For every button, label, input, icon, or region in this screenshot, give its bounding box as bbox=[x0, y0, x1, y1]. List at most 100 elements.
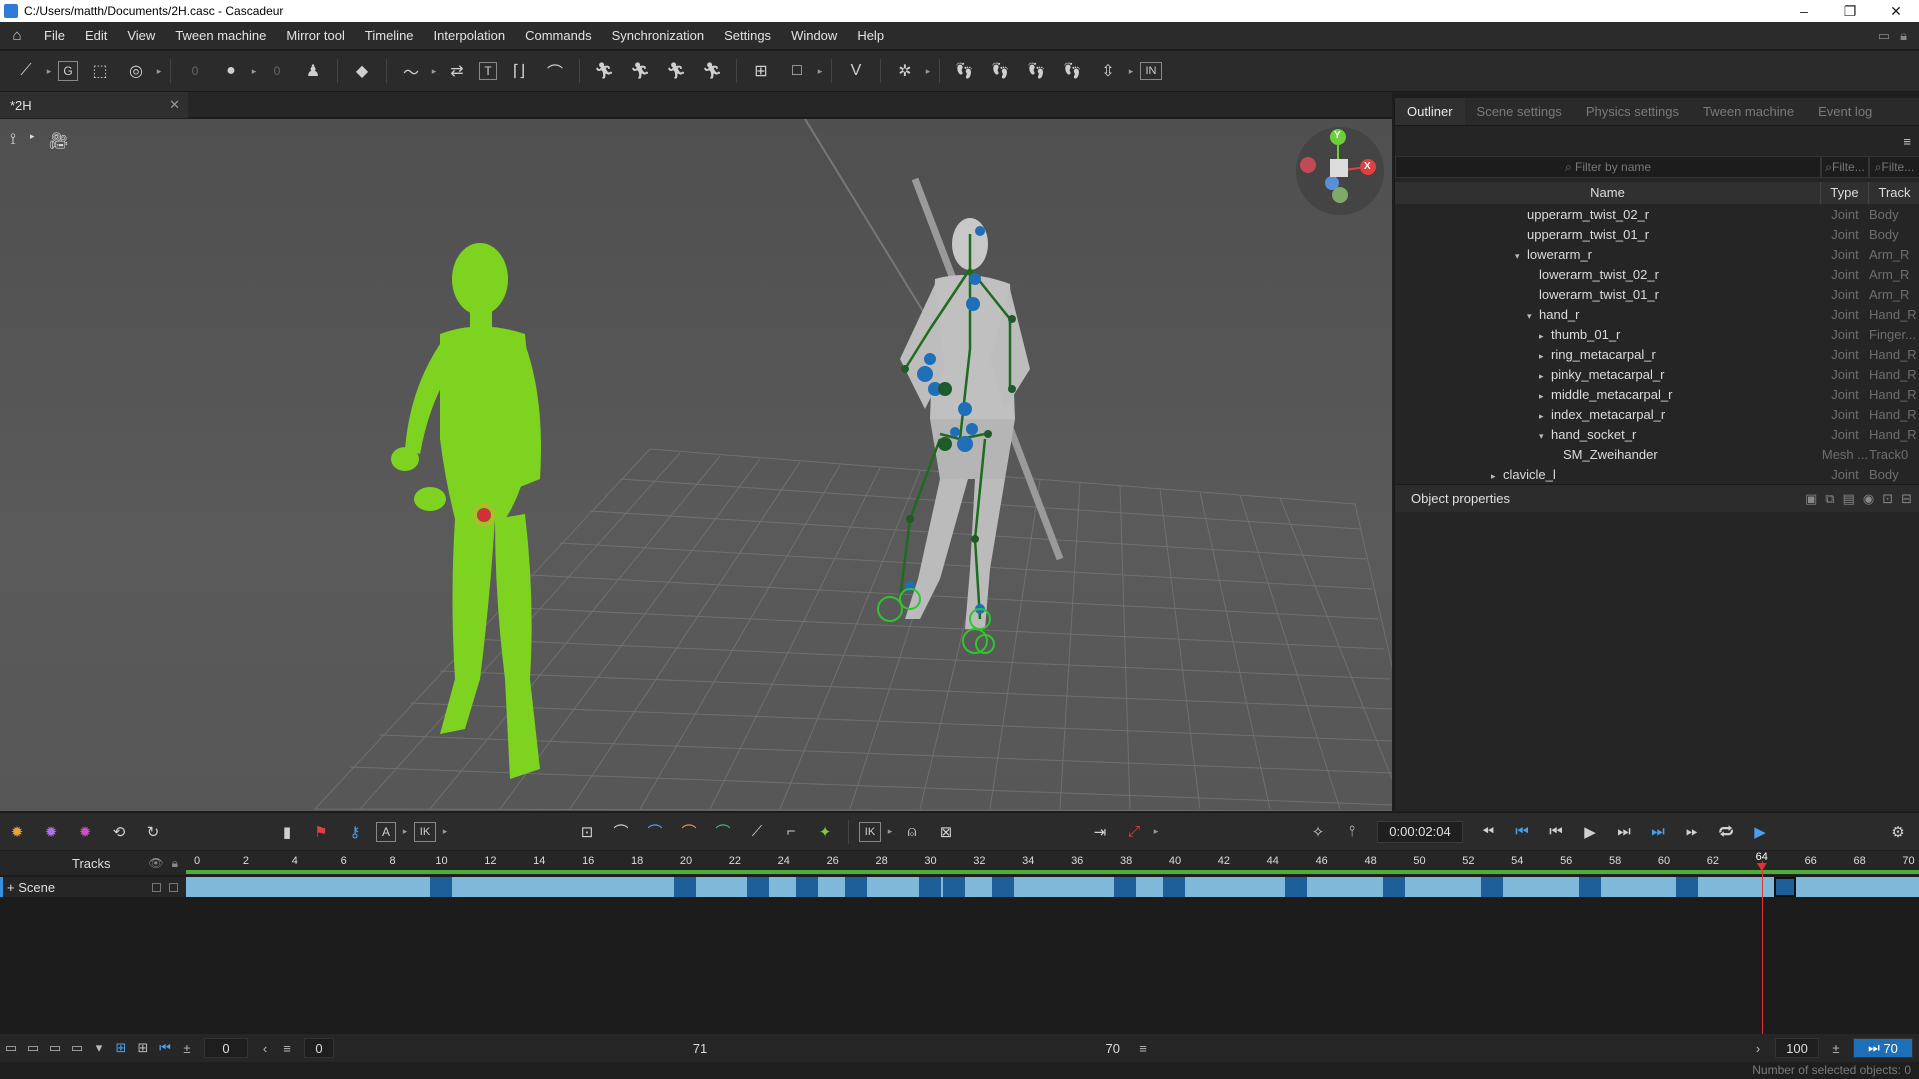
expand-caret-icon[interactable]: ▸ bbox=[1539, 351, 1551, 362]
code-icon[interactable]: ⧉ bbox=[1825, 491, 1834, 507]
shuffle-icon[interactable]: ⇄ bbox=[443, 57, 471, 85]
outliner-row[interactable]: ▸ thumb_01_r Joint Finger... bbox=[1395, 324, 1919, 344]
layout-icon[interactable]: ▭ bbox=[1878, 28, 1890, 44]
align-icon[interactable]: ⇳ bbox=[1094, 57, 1122, 85]
scene-track[interactable]: + Scene bbox=[0, 877, 186, 897]
in-button[interactable]: IN bbox=[1140, 62, 1162, 80]
dropdown-arrow-icon[interactable]: ▸ bbox=[30, 131, 35, 151]
interp-orange-icon[interactable]: ⌒ bbox=[676, 819, 702, 845]
dropdown-arrow-icon[interactable]: ▸ bbox=[400, 826, 410, 837]
expand-icon[interactable]: ⊡ bbox=[1882, 491, 1893, 507]
start-frame-field[interactable]: 0 bbox=[204, 1038, 248, 1058]
fps-field[interactable]: 100 bbox=[1775, 1038, 1819, 1058]
folder-icon[interactable]: ▭ bbox=[0, 1040, 22, 1056]
navigation-gizmo[interactable]: Y X bbox=[1296, 127, 1384, 215]
menu-2-icon[interactable]: ≡ bbox=[1132, 1041, 1154, 1056]
flag-icon[interactable]: ⚑ bbox=[308, 819, 334, 845]
filter-name-input[interactable]: ⌕ Filter by name bbox=[1395, 156, 1821, 178]
linear-icon[interactable]: ⟋ bbox=[744, 819, 770, 845]
refresh-icon[interactable]: ↻ bbox=[140, 819, 166, 845]
play-icon[interactable]: ▶ bbox=[1577, 819, 1603, 845]
interp-green-icon[interactable]: ⌒ bbox=[710, 819, 736, 845]
tab-scene-settings[interactable]: Scene settings bbox=[1465, 98, 1574, 125]
menu-icon[interactable]: ≡ bbox=[276, 1041, 298, 1056]
document-tab[interactable]: *2H ✕ bbox=[0, 92, 188, 118]
offset-field[interactable]: 0 bbox=[304, 1038, 334, 1058]
keyframe-marker[interactable] bbox=[918, 877, 941, 897]
frame-icon[interactable]: ▣ bbox=[1805, 491, 1817, 507]
keyframe-marker[interactable] bbox=[1480, 877, 1503, 897]
outliner-row[interactable]: SM_Zweihander Mesh ... Track0 bbox=[1395, 444, 1919, 464]
scene-lock-checkbox[interactable] bbox=[169, 882, 178, 892]
fit-icon[interactable]: ⊡ bbox=[574, 819, 600, 845]
run-pose-3-icon[interactable]: 🏃︎ bbox=[662, 57, 690, 85]
repeat-icon[interactable]: 🔁︎ bbox=[1713, 819, 1739, 845]
current-frame-cell[interactable] bbox=[1773, 877, 1796, 897]
global-mode-button[interactable]: G bbox=[58, 61, 78, 81]
grid-icon[interactable]: ⊞ bbox=[132, 1040, 154, 1056]
expand-caret-icon[interactable]: ▸ bbox=[1539, 391, 1551, 402]
loop-icon[interactable]: ⟲ bbox=[106, 819, 132, 845]
footstep-icon[interactable]: 👣︎ bbox=[950, 57, 978, 85]
next-frame-icon[interactable]: ⏭︎ bbox=[1611, 819, 1637, 845]
column-track[interactable]: Track bbox=[1869, 182, 1919, 204]
expand-caret-icon[interactable]: ▾ bbox=[1515, 251, 1527, 262]
tab-tween-machine[interactable]: Tween machine bbox=[1691, 98, 1806, 125]
keyframe-marker[interactable] bbox=[1383, 877, 1406, 897]
menu-edit[interactable]: Edit bbox=[75, 28, 117, 43]
footstep-3-icon[interactable]: 👣︎ bbox=[1022, 57, 1050, 85]
tab-event-log[interactable]: Event log bbox=[1806, 98, 1884, 125]
character-icon[interactable]: ♟ bbox=[299, 57, 327, 85]
pose-tool-icon[interactable]: ⟟ bbox=[10, 131, 16, 151]
outliner-row[interactable]: upperarm_twist_02_r Joint Body bbox=[1395, 204, 1919, 224]
menu-interpolation[interactable]: Interpolation bbox=[424, 28, 516, 43]
step-icon[interactable]: ⌐ bbox=[778, 819, 804, 845]
expand-caret-icon[interactable]: ▸ bbox=[1539, 371, 1551, 382]
end-frame-field[interactable]: ⏭︎ 70 bbox=[1853, 1038, 1913, 1058]
keyframe-marker[interactable] bbox=[942, 877, 965, 897]
playhead[interactable] bbox=[1761, 861, 1763, 1034]
menu-window[interactable]: Window bbox=[781, 28, 847, 43]
keyframe-marker[interactable] bbox=[429, 877, 452, 897]
dropdown-arrow-icon[interactable]: ▸ bbox=[885, 826, 895, 837]
keyframe-marker[interactable] bbox=[674, 877, 696, 897]
range-icon[interactable]: ⇥ bbox=[1087, 819, 1113, 845]
lock-tracks-icon[interactable]: 🔒︎ bbox=[172, 856, 178, 871]
curve-icon[interactable]: 〜 bbox=[397, 57, 425, 85]
scene-visible-checkbox[interactable] bbox=[152, 882, 161, 892]
outliner-row[interactable]: ▸ clavicle_l Joint Body bbox=[1395, 464, 1919, 484]
gear-magenta-icon[interactable]: ✹ bbox=[72, 819, 98, 845]
menu-view[interactable]: View bbox=[117, 28, 165, 43]
bookmark-icon[interactable]: ▮ bbox=[274, 819, 300, 845]
field-b[interactable]: 0 bbox=[263, 57, 291, 85]
column-type[interactable]: Type bbox=[1821, 182, 1869, 204]
time-field[interactable]: 0:00:02:04 bbox=[1377, 820, 1463, 843]
maximize-button[interactable]: ❐ bbox=[1827, 0, 1873, 22]
next-icon[interactable]: › bbox=[1747, 1041, 1769, 1056]
dropdown-arrow-icon[interactable]: ▸ bbox=[249, 66, 259, 77]
dropdown-arrow-icon[interactable]: ▸ bbox=[440, 826, 450, 837]
keyframe-marker[interactable] bbox=[845, 877, 868, 897]
interp-blue-icon[interactable]: ⌒ bbox=[642, 819, 668, 845]
visibility-icon[interactable]: 👁︎ bbox=[148, 856, 163, 871]
green-character[interactable] bbox=[391, 243, 541, 779]
ik-button[interactable]: IK bbox=[414, 821, 436, 842]
shield-v-icon[interactable]: V bbox=[842, 57, 870, 85]
gear-purple-icon[interactable]: ✹ bbox=[38, 819, 64, 845]
keyframe-marker[interactable] bbox=[747, 877, 770, 897]
outliner-row[interactable]: ▸ index_metacarpal_r Joint Hand_R bbox=[1395, 404, 1919, 424]
key-icon[interactable]: ⚷ bbox=[342, 819, 368, 845]
panel-menu-icon[interactable]: ≡ bbox=[1903, 134, 1911, 149]
keyframe-strip[interactable] bbox=[186, 877, 1919, 897]
menu-mirror-tool[interactable]: Mirror tool bbox=[276, 28, 355, 43]
outliner-row[interactable]: lowerarm_twist_01_r Joint Arm_R bbox=[1395, 284, 1919, 304]
ik2-button[interactable]: IK bbox=[859, 821, 881, 842]
fast-forward-icon[interactable]: ⏩︎ bbox=[1679, 819, 1705, 845]
bake-icon[interactable]: ⤢ bbox=[1121, 819, 1147, 845]
menu-file[interactable]: File bbox=[34, 28, 75, 43]
prev-frame-icon[interactable]: ⏮︎ bbox=[1543, 819, 1569, 845]
list-icon[interactable]: ▤ bbox=[1843, 491, 1855, 507]
collapse-icon[interactable]: ⊟ bbox=[1901, 491, 1912, 507]
rig-character[interactable] bbox=[877, 177, 1064, 654]
arc-icon[interactable]: ⌒ bbox=[608, 819, 634, 845]
